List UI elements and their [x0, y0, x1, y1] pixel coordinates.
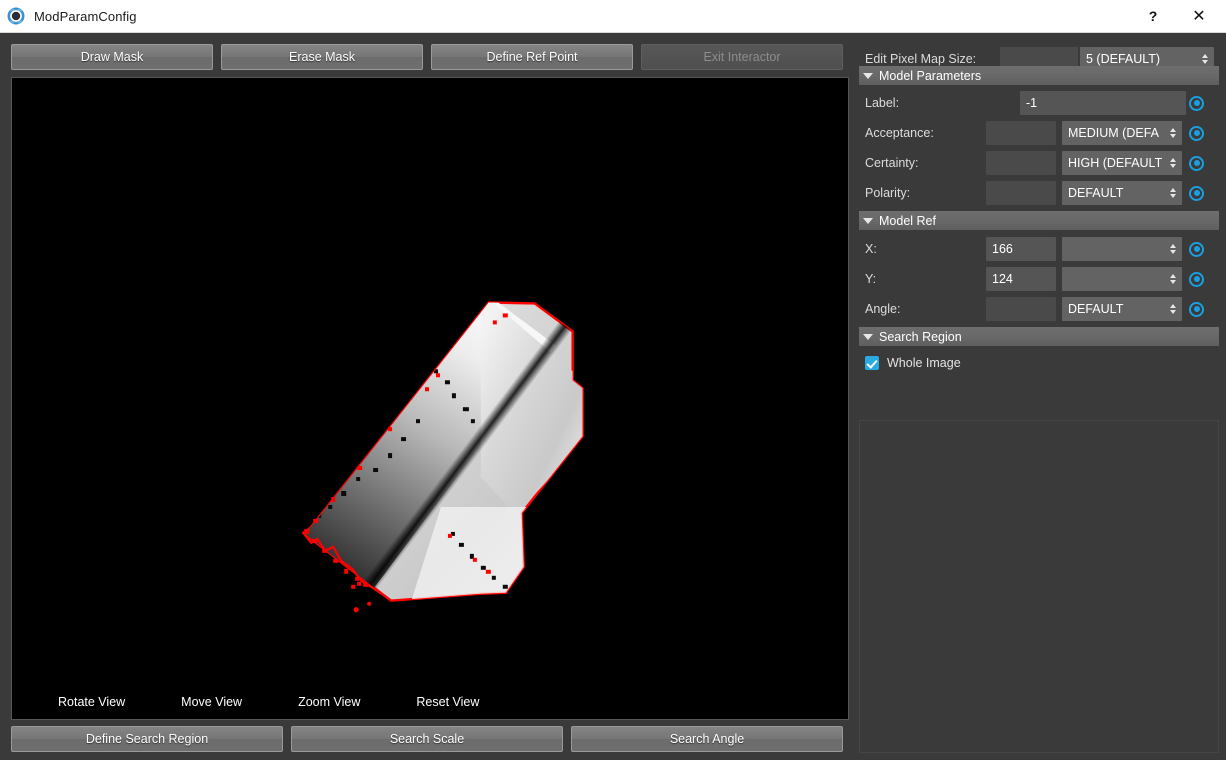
rotate-view-control[interactable]: Rotate View — [58, 695, 125, 709]
model-ref-x-combo[interactable] — [1062, 237, 1182, 261]
target-ring-icon — [7, 7, 25, 25]
chevron-down-icon — [863, 333, 873, 340]
move-view-control[interactable]: Move View — [181, 695, 242, 709]
model-ref-x-reset-radio[interactable] — [1189, 241, 1204, 257]
model-ref-angle-reset-radio[interactable] — [1189, 301, 1204, 317]
label-row: Label: — [852, 88, 1226, 118]
acceptance-combo-value: MEDIUM (DEFA — [1068, 126, 1159, 140]
help-button[interactable]: ? — [1130, 0, 1176, 32]
certainty-label: Certainty: — [865, 156, 919, 170]
model-ref-y-combo[interactable] — [1062, 267, 1182, 291]
whole-image-row: Whole Image — [852, 351, 1226, 375]
acceptance-reset-radio[interactable] — [1189, 125, 1204, 141]
reset-view-control[interactable]: Reset View — [416, 695, 479, 709]
model-ref-angle-input[interactable] — [986, 297, 1056, 321]
spinner-arrows-icon[interactable] — [1167, 124, 1178, 142]
empty-panel-area — [859, 420, 1219, 753]
certainty-combo[interactable]: HIGH (DEFAULT — [1062, 151, 1182, 175]
model-ref-x-input[interactable] — [986, 237, 1056, 261]
define-search-region-button[interactable]: Define Search Region — [11, 726, 283, 752]
window-body: Draw Mask Erase Mask Define Ref Point Ex… — [0, 33, 1226, 760]
pixel-map-size-combo-value: 5 (DEFAULT) — [1086, 52, 1161, 66]
spinner-arrows-icon[interactable] — [1167, 300, 1178, 318]
whole-image-checkbox[interactable] — [865, 356, 879, 370]
image-viewport[interactable]: Rotate View Move View Zoom View Reset Vi… — [11, 77, 849, 720]
spinner-arrows-icon[interactable] — [1167, 240, 1178, 258]
section-title-search-region: Search Region — [879, 329, 962, 344]
model-ref-angle-combo[interactable]: DEFAULT — [1062, 297, 1182, 321]
acceptance-label: Acceptance: — [865, 126, 934, 140]
pixel-map-size-label: Edit Pixel Map Size: — [865, 52, 977, 66]
left-pane: Draw Mask Erase Mask Define Ref Point Ex… — [0, 33, 852, 760]
chevron-down-icon — [863, 72, 873, 79]
polarity-reset-radio[interactable] — [1189, 185, 1204, 201]
title-bar: ModParamConfig ? ✕ — [0, 0, 1226, 33]
section-header-model-ref[interactable]: Model Ref — [859, 211, 1219, 230]
polarity-label: Polarity: — [865, 186, 911, 200]
acceptance-row: Acceptance: MEDIUM (DEFA — [852, 118, 1226, 148]
spinner-arrows-icon[interactable] — [1167, 270, 1178, 288]
label-input[interactable] — [1020, 91, 1186, 115]
close-button[interactable]: ✕ — [1176, 0, 1222, 32]
model-ref-y-input[interactable] — [986, 267, 1056, 291]
draw-mask-button[interactable]: Draw Mask — [11, 44, 213, 70]
section-header-model-parameters[interactable]: Model Parameters — [859, 66, 1219, 85]
polarity-input[interactable] — [986, 181, 1056, 205]
model-ref-y-reset-radio[interactable] — [1189, 271, 1204, 287]
polarity-row: Polarity: DEFAULT — [852, 178, 1226, 208]
certainty-input[interactable] — [986, 151, 1056, 175]
certainty-combo-value: HIGH (DEFAULT — [1068, 156, 1163, 170]
model-image — [12, 78, 848, 719]
zoom-view-control[interactable]: Zoom View — [298, 695, 360, 709]
search-angle-button[interactable]: Search Angle — [571, 726, 843, 752]
polarity-combo[interactable]: DEFAULT — [1062, 181, 1182, 205]
search-scale-button[interactable]: Search Scale — [291, 726, 563, 752]
label-field-label: Label: — [865, 96, 900, 110]
polarity-combo-value: DEFAULT — [1068, 186, 1124, 200]
spinner-arrows-icon[interactable] — [1167, 154, 1178, 172]
top-toolbar: Draw Mask Erase Mask Define Ref Point Ex… — [11, 44, 843, 70]
certainty-reset-radio[interactable] — [1189, 155, 1204, 171]
model-ref-angle-row: Angle: DEFAULT — [852, 294, 1226, 324]
model-ref-angle-combo-value: DEFAULT — [1068, 302, 1124, 316]
whole-image-label: Whole Image — [887, 356, 961, 370]
section-title-model-parameters: Model Parameters — [879, 68, 982, 83]
model-ref-y-label: Y: — [865, 272, 877, 286]
label-reset-radio[interactable] — [1189, 95, 1204, 111]
section-header-search-region[interactable]: Search Region — [859, 327, 1219, 346]
acceptance-input[interactable] — [986, 121, 1056, 145]
chevron-down-icon — [863, 217, 873, 224]
erase-mask-button[interactable]: Erase Mask — [221, 44, 423, 70]
certainty-row: Certainty: HIGH (DEFAULT — [852, 148, 1226, 178]
spinner-arrows-icon[interactable] — [1167, 184, 1178, 202]
parameters-panel: Edit Pixel Map Size: 5 (DEFAULT) Model P… — [852, 33, 1226, 760]
model-ref-x-label: X: — [865, 242, 877, 256]
model-ref-x-row: X: — [852, 234, 1226, 264]
exit-interactor-button: Exit Interactor — [641, 44, 843, 70]
window-title: ModParamConfig — [34, 8, 137, 24]
viewport-controls: Rotate View Move View Zoom View Reset Vi… — [12, 695, 848, 709]
model-ref-y-row: Y: — [852, 264, 1226, 294]
bottom-toolbar: Define Search Region Search Scale Search… — [11, 726, 843, 752]
model-ref-angle-label: Angle: — [865, 302, 901, 316]
acceptance-combo[interactable]: MEDIUM (DEFA — [1062, 121, 1182, 145]
define-ref-point-button[interactable]: Define Ref Point — [431, 44, 633, 70]
section-title-model-ref: Model Ref — [879, 213, 936, 228]
